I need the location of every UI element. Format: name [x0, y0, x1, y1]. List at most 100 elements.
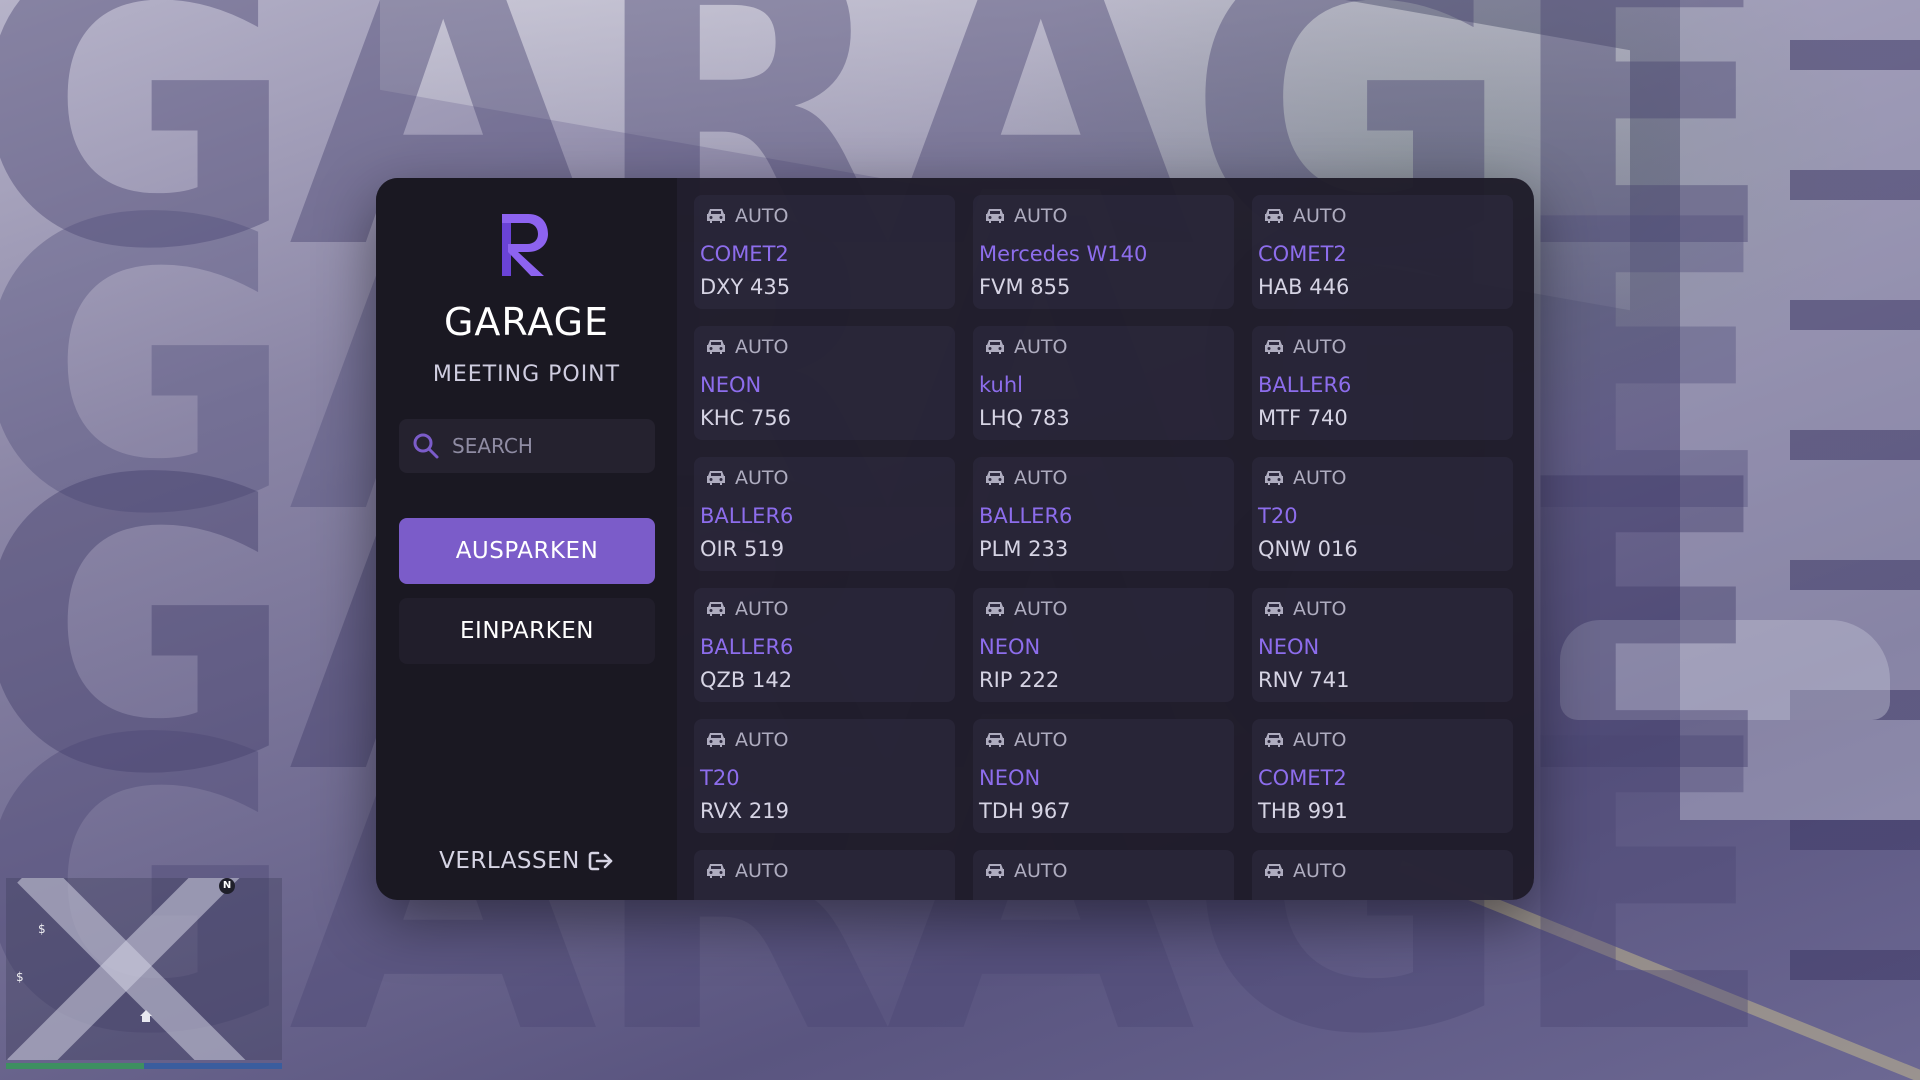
search-input[interactable] [450, 433, 644, 459]
vehicle-card[interactable]: AUTO T20 QNW 016 [1252, 457, 1513, 571]
car-icon [1264, 863, 1284, 879]
vehicle-type-label: AUTO [1014, 860, 1068, 882]
ausparken-button[interactable]: AUSPARKEN [399, 518, 655, 584]
vehicle-model: NEON [1258, 635, 1320, 659]
page-title: GARAGE [443, 300, 610, 344]
vehicle-plate: LHQ 783 [979, 406, 1070, 430]
minimap-dollar-blip: $ [38, 922, 46, 936]
vehicle-type-row: AUTO [985, 860, 1067, 882]
vehicle-model: BALLER6 [1258, 373, 1352, 397]
vehicle-type-label: AUTO [1293, 729, 1347, 751]
vehicle-grid: AUTO COMET2 DXY 435 AUTO Mercedes W140 FVM 85… [694, 195, 1513, 900]
vehicle-type-label: AUTO [735, 205, 789, 227]
vehicle-list-area[interactable]: AUTO COMET2 DXY 435 AUTO Mercedes W140 FVM 85… [677, 178, 1534, 900]
vehicle-plate: MTF 740 [1258, 406, 1348, 430]
vehicle-model: T20 [1258, 504, 1298, 528]
vehicle-model: BALLER6 [979, 504, 1073, 528]
vehicle-model: NEON [979, 635, 1041, 659]
vehicle-type-row: AUTO [1264, 598, 1346, 620]
vehicle-plate: QNW 016 [1258, 537, 1358, 561]
health-bar [6, 1063, 144, 1069]
vehicle-plate: OIR 519 [700, 537, 785, 561]
vehicle-type-label: AUTO [1014, 467, 1068, 489]
car-icon [706, 601, 726, 617]
vehicle-type-label: AUTO [1014, 729, 1068, 751]
vehicle-card[interactable]: AUTO [973, 850, 1234, 900]
search-box[interactable] [399, 419, 655, 473]
car-icon [985, 863, 1005, 879]
vehicle-card[interactable]: AUTO T20 RVX 219 [694, 719, 955, 833]
vehicle-type-row: AUTO [985, 598, 1067, 620]
vehicle-plate: THB 991 [1258, 799, 1348, 823]
vehicle-type-label: AUTO [1293, 467, 1347, 489]
garage-sidebar: GARAGE MEETING POINT AUSPARKEN EINPARKEN… [376, 178, 677, 900]
vehicle-type-label: AUTO [735, 860, 789, 882]
vehicle-type-row: AUTO [985, 729, 1067, 751]
vehicle-type-label: AUTO [1014, 336, 1068, 358]
vehicle-type-row: AUTO [985, 467, 1067, 489]
einparken-button[interactable]: EINPARKEN [399, 598, 655, 664]
vehicle-type-row: AUTO [706, 205, 788, 227]
leave-label: VERLASSEN [439, 848, 580, 874]
vehicle-type-label: AUTO [1293, 598, 1347, 620]
search-icon [413, 433, 439, 459]
vehicle-card[interactable]: AUTO COMET2 THB 991 [1252, 719, 1513, 833]
vehicle-type-row: AUTO [706, 598, 788, 620]
vehicle-model: Mercedes W140 [979, 242, 1148, 266]
vehicle-card[interactable]: AUTO BALLER6 OIR 519 [694, 457, 955, 571]
vehicle-type-label: AUTO [1014, 205, 1068, 227]
vehicle-card[interactable]: AUTO NEON TDH 967 [973, 719, 1234, 833]
car-icon [1264, 470, 1284, 486]
vehicle-type-label: AUTO [1014, 598, 1068, 620]
vehicle-type-row: AUTO [985, 205, 1067, 227]
vehicle-plate: DXY 435 [700, 275, 791, 299]
car-icon [985, 601, 1005, 617]
car-icon [1264, 208, 1284, 224]
vehicle-card[interactable]: AUTO COMET2 HAB 446 [1252, 195, 1513, 309]
vehicle-card[interactable]: AUTO Mercedes W140 FVM 855 [973, 195, 1234, 309]
vehicle-type-label: AUTO [735, 467, 789, 489]
vehicle-card[interactable]: AUTO [1252, 850, 1513, 900]
vehicle-plate: TDH 967 [979, 799, 1071, 823]
vehicle-card[interactable]: AUTO [694, 850, 955, 900]
vehicle-card[interactable]: AUTO BALLER6 PLM 233 [973, 457, 1234, 571]
car-icon [985, 470, 1005, 486]
minimap-dollar-blip: $ [16, 970, 24, 984]
vehicle-card[interactable]: AUTO NEON KHC 756 [694, 326, 955, 440]
vehicle-plate: PLM 233 [979, 537, 1069, 561]
vehicle-model: COMET2 [1258, 766, 1347, 790]
vehicle-type-row: AUTO [706, 729, 788, 751]
vehicle-card[interactable]: AUTO NEON RNV 741 [1252, 588, 1513, 702]
car-icon [1264, 339, 1284, 355]
vehicle-type-row: AUTO [1264, 729, 1346, 751]
vehicle-model: NEON [700, 373, 762, 397]
minimap: N $ $ [6, 878, 282, 1060]
vehicle-model: NEON [979, 766, 1041, 790]
car-icon [706, 732, 726, 748]
vehicle-card[interactable]: AUTO BALLER6 MTF 740 [1252, 326, 1513, 440]
leave-button[interactable]: VERLASSEN [376, 848, 677, 874]
vehicle-type-row: AUTO [1264, 205, 1346, 227]
car-icon [985, 208, 1005, 224]
vehicle-type-row: AUTO [706, 860, 788, 882]
vehicle-type-row: AUTO [1264, 336, 1346, 358]
r-logo-icon [502, 214, 548, 276]
house-blip-icon [138, 1008, 154, 1028]
car-icon [706, 470, 726, 486]
car-icon [706, 339, 726, 355]
vehicle-card[interactable]: AUTO NEON RIP 222 [973, 588, 1234, 702]
background-stripes [1790, 40, 1920, 1040]
vehicle-card[interactable]: AUTO COMET2 DXY 435 [694, 195, 955, 309]
car-icon [706, 208, 726, 224]
vehicle-type-label: AUTO [1293, 336, 1347, 358]
vehicle-type-label: AUTO [735, 598, 789, 620]
vehicle-type-row: AUTO [706, 467, 788, 489]
vehicle-model: kuhl [979, 373, 1023, 397]
car-icon [1264, 601, 1284, 617]
vehicle-card[interactable]: AUTO kuhl LHQ 783 [973, 326, 1234, 440]
vehicle-card[interactable]: AUTO BALLER6 QZB 142 [694, 588, 955, 702]
vehicle-type-label: AUTO [1293, 205, 1347, 227]
armor-bar [144, 1063, 282, 1069]
garage-location-subtitle: MEETING POINT [432, 362, 621, 387]
background-car [1560, 620, 1890, 720]
